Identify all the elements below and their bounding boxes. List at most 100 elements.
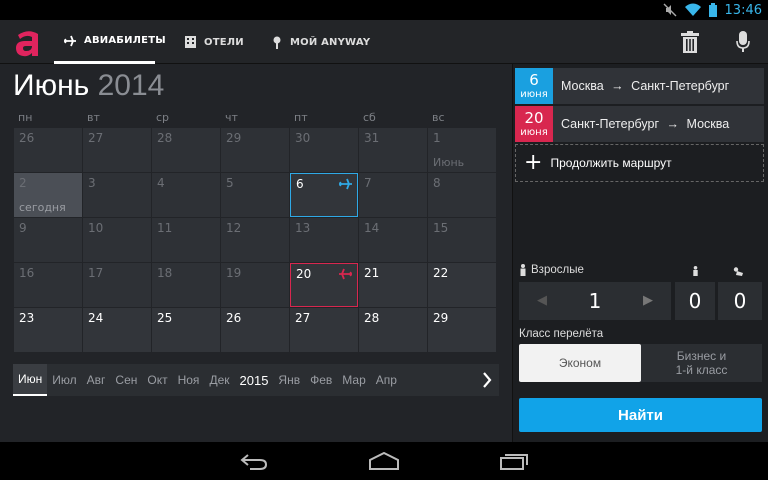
route-to: Санкт-Петербург — [631, 79, 730, 93]
tab-flights[interactable]: АВИАБИЛЕТЫ — [54, 20, 166, 64]
day-number: 11 — [157, 221, 173, 235]
recent-apps-icon[interactable] — [500, 452, 528, 470]
child-icon — [693, 266, 698, 276]
day-number: 25 — [157, 311, 173, 325]
adults-increase-button[interactable]: ▶ — [643, 293, 653, 308]
route-date: 20 июня — [515, 106, 553, 142]
day-number: 23 — [19, 311, 35, 325]
calendar-day[interactable]: 25 — [152, 308, 220, 352]
month-tab[interactable]: Июн — [13, 364, 48, 396]
business-button[interactable]: Бизнес и 1-й класс — [641, 344, 762, 382]
month-tab[interactable]: Июл — [47, 364, 81, 396]
month-tab[interactable]: Авг — [82, 364, 111, 396]
calendar-day[interactable]: 27 — [290, 308, 358, 352]
calendar-day: 9 — [14, 218, 82, 262]
adults-stepper: ◀ 1 ▶ — [519, 282, 671, 320]
calendar-day[interactable]: 29 — [428, 308, 496, 352]
economy-label: Эконом — [558, 355, 602, 370]
calendar-day[interactable]: 22 — [428, 263, 496, 307]
day-number: 27 — [88, 131, 104, 145]
day-number: 14 — [364, 221, 380, 235]
calendar-day[interactable]: 20 — [290, 263, 358, 307]
calendar-day[interactable]: 24 — [83, 308, 151, 352]
day-number: 9 — [19, 221, 27, 235]
route-text: Санкт-Петербург → Москва — [561, 117, 729, 131]
month-tab[interactable]: Янв — [273, 364, 305, 396]
day-number: 29 — [226, 131, 242, 145]
children-count: 0 — [688, 289, 702, 313]
calendar-day[interactable]: 6 — [290, 173, 358, 217]
day-number: 29 — [433, 311, 449, 325]
infants-count: 0 — [733, 289, 747, 313]
calendar-day: 16 — [14, 263, 82, 307]
month-next-button[interactable] — [475, 364, 499, 396]
tab-my-anyway-label: МОЙ ANYWAY — [290, 36, 371, 48]
status-bar: 13:46 — [0, 0, 768, 20]
day-number: 13 — [295, 221, 311, 235]
tab-hotels[interactable]: ОТЕЛИ — [185, 20, 244, 64]
day-number: 26 — [226, 311, 242, 325]
children-stepper[interactable]: 0 — [675, 282, 715, 320]
route-to: Москва — [686, 117, 730, 131]
calendar-day[interactable]: 26 — [221, 308, 289, 352]
route-item[interactable]: 6 июня Москва → Санкт-Петербург — [515, 68, 764, 104]
calendar-day: 7 — [359, 173, 427, 217]
infants-stepper[interactable]: 0 — [718, 282, 762, 320]
day-number: 5 — [226, 176, 234, 190]
month-tab[interactable]: Мар — [337, 364, 370, 396]
calendar-day: 1 Июнь — [428, 128, 496, 172]
calendar-day: 12 — [221, 218, 289, 262]
economy-button[interactable]: Эконом — [519, 344, 641, 382]
calendar-day: 13 — [290, 218, 358, 262]
anyway-logo[interactable] — [12, 26, 44, 58]
find-button[interactable]: Найти — [519, 398, 762, 432]
hotel-icon — [185, 36, 196, 48]
calendar-day[interactable]: 21 — [359, 263, 427, 307]
day-number: 28 — [157, 131, 173, 145]
action-bar: АВИАБИЛЕТЫ ОТЕЛИ МОЙ ANYWAY — [0, 20, 768, 64]
day-number: 19 — [226, 266, 242, 280]
arrow-right-icon: → — [611, 79, 624, 93]
day-number: 7 — [364, 176, 372, 190]
calendar-day[interactable]: 28 — [359, 308, 427, 352]
tab-hotels-label: ОТЕЛИ — [204, 36, 244, 48]
route-day: 6 — [529, 70, 539, 89]
month-tab[interactable]: Апр — [371, 364, 402, 396]
calendar-day: 14 — [359, 218, 427, 262]
day-number: 26 — [19, 131, 35, 145]
calendar-day[interactable]: 23 — [14, 308, 82, 352]
calendar-day: 17 — [83, 263, 151, 307]
day-number: 30 — [295, 131, 311, 145]
month-tab[interactable]: Фев — [305, 364, 337, 396]
trash-icon[interactable] — [681, 31, 699, 53]
year-label: 2014 — [97, 69, 165, 102]
calendar-day: 29 — [221, 128, 289, 172]
day-number: 1 — [433, 131, 441, 145]
continue-route-button[interactable]: + Продолжить маршрут — [515, 144, 764, 182]
month-tab[interactable]: Дек — [204, 364, 234, 396]
month-tab[interactable]: Ноя — [173, 364, 205, 396]
back-icon[interactable] — [240, 452, 268, 470]
month-tab[interactable]: Сен — [110, 364, 142, 396]
flight-class-label: Класс перелёта — [519, 328, 604, 340]
route-item[interactable]: 20 июня Санкт-Петербург → Москва — [515, 106, 764, 142]
microphone-icon[interactable] — [736, 31, 750, 53]
adults-count: 1 — [588, 289, 602, 313]
month-tab[interactable]: Окт — [142, 364, 172, 396]
clock: 13:46 — [724, 2, 762, 18]
calendar-day: 27 — [83, 128, 151, 172]
day-number: 20 — [296, 267, 312, 281]
home-icon[interactable] — [369, 452, 399, 470]
adults-decrease-button[interactable]: ◀ — [537, 293, 547, 308]
mute-icon — [663, 3, 677, 17]
calendar-day: 18 — [152, 263, 220, 307]
wifi-icon — [684, 3, 701, 16]
month-name: Июнь — [13, 69, 90, 102]
business-label-line1: Бизнес и — [676, 348, 727, 363]
today-label: сегодня — [19, 201, 66, 214]
day-number: 4 — [157, 176, 165, 190]
tab-my-anyway[interactable]: МОЙ ANYWAY — [272, 20, 370, 64]
calendar-day: 8 — [428, 173, 496, 217]
arrow-right-icon: → — [666, 117, 680, 131]
day-number: 18 — [157, 266, 173, 280]
